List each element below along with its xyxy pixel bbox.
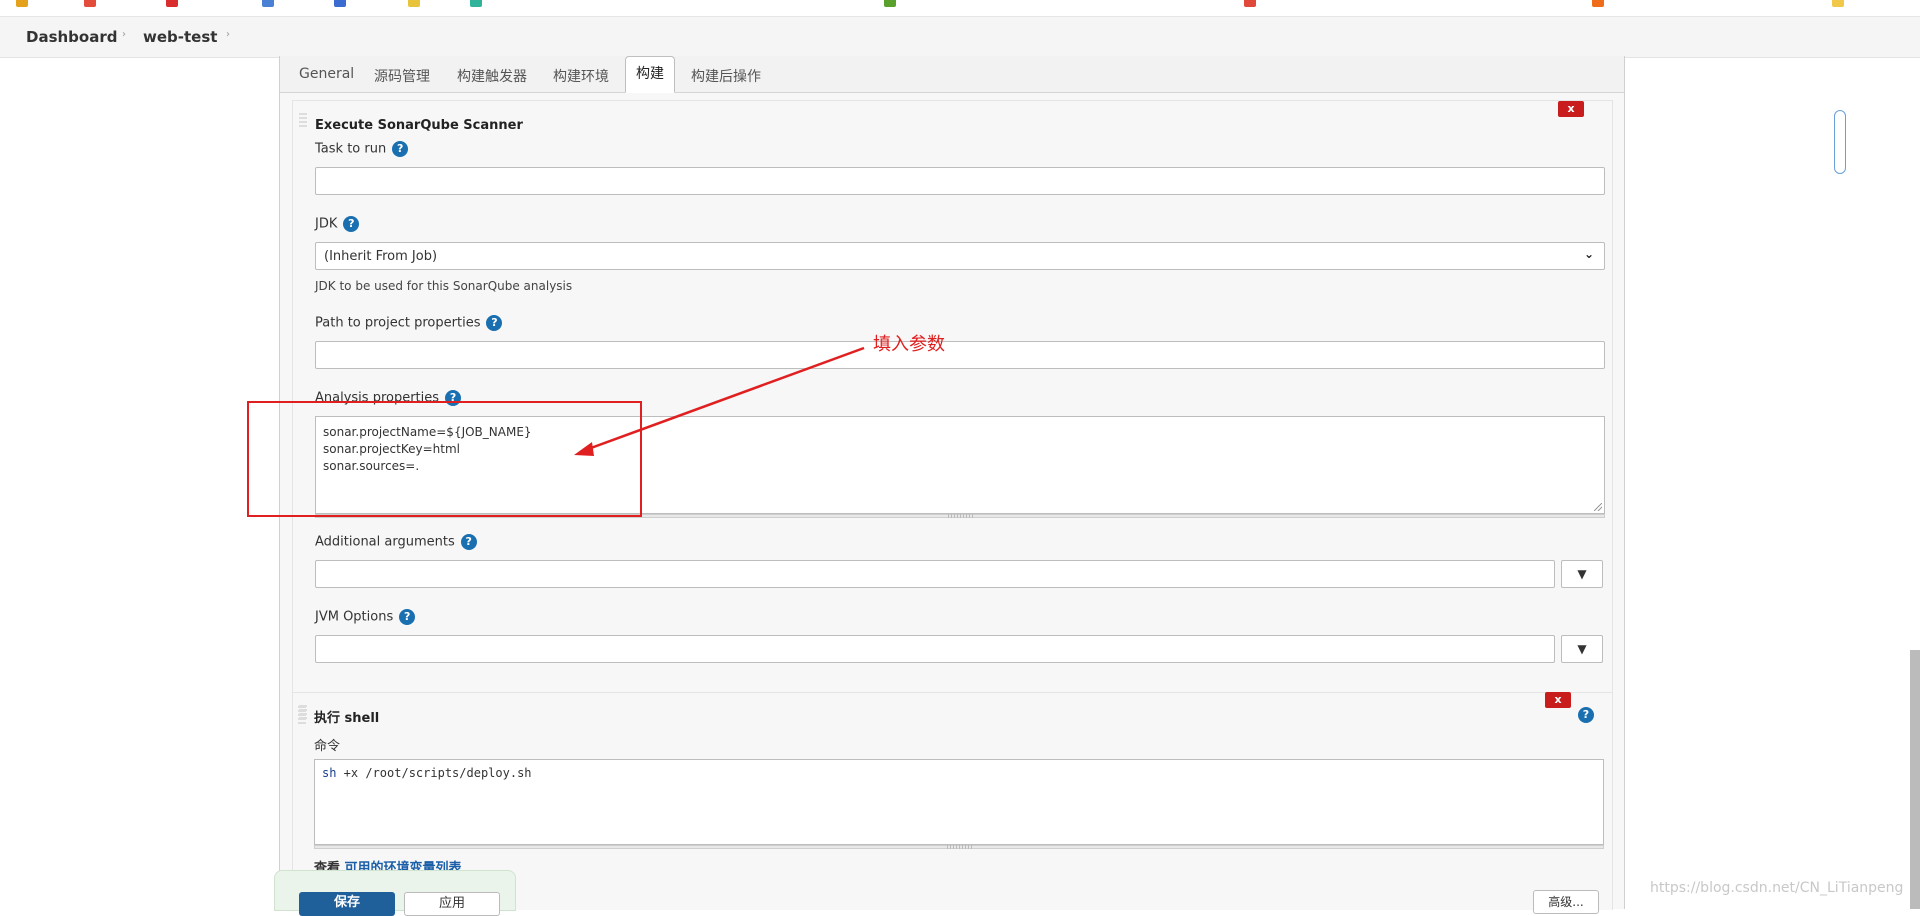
scroll-indicator[interactable] (1834, 110, 1846, 174)
tab-triggers[interactable]: 构建触发器 (457, 66, 527, 86)
jvm-options-input[interactable] (315, 635, 1555, 663)
expand-dropdown-button[interactable]: ▼ (1561, 560, 1603, 588)
help-icon[interactable]: ? (392, 141, 409, 157)
breadcrumb-separator: › (122, 29, 126, 40)
textarea-grip[interactable] (314, 845, 1604, 849)
bookmark-icon[interactable] (1244, 0, 1260, 8)
command-textarea[interactable]: sh +x /root/scripts/deploy.sh (314, 759, 1604, 845)
bookmark-icon[interactable] (1832, 0, 1848, 8)
tab-bar: General 源码管理 构建触发器 构建环境 构建 构建后操作 (280, 56, 1624, 93)
command-line: sh +x /root/scripts/deploy.sh (322, 766, 532, 780)
watermark: https://blog.csdn.net/CN_LiTianpeng (1650, 880, 1904, 896)
jdk-label: JDK? (315, 216, 360, 232)
jdk-select[interactable]: (Inherit From Job) ⌄ (315, 242, 1605, 270)
jdk-selected-value: (Inherit From Job) (324, 249, 438, 264)
help-icon[interactable]: ? (486, 315, 503, 331)
bookmark-icon[interactable] (1592, 0, 1608, 8)
command-keyword: sh (322, 766, 337, 780)
bookmark-icon[interactable] (262, 0, 278, 8)
help-icon[interactable]: ? (343, 216, 360, 232)
drag-handle[interactable] (299, 113, 307, 127)
section-title: Execute SonarQube Scanner (315, 118, 523, 133)
task-to-run-label: Task to run? (315, 141, 409, 157)
resize-handle-icon[interactable] (1594, 503, 1602, 511)
bookmark-icon[interactable] (470, 0, 486, 8)
tab-scm[interactable]: 源码管理 (374, 66, 430, 86)
bookmarks-bar (0, 0, 1920, 17)
bookmark-icon[interactable] (16, 0, 32, 8)
breadcrumb-dashboard[interactable]: Dashboard (26, 28, 117, 46)
delete-step-button[interactable]: x (1558, 101, 1584, 117)
breadcrumb-job[interactable]: web-test (143, 28, 217, 46)
jvm-options-label: JVM Options? (315, 609, 416, 625)
help-icon[interactable]: ? (1578, 707, 1594, 723)
bookmark-icon[interactable] (166, 0, 182, 8)
bookmark-icon[interactable] (884, 0, 900, 8)
breadcrumb-separator[interactable]: › (226, 29, 230, 40)
chevron-down-icon: ⌄ (1583, 247, 1594, 261)
annotation-arrow-icon (574, 346, 865, 456)
drag-handle[interactable] (298, 706, 306, 726)
help-icon[interactable]: ? (399, 609, 416, 625)
tab-general[interactable]: General (299, 66, 354, 82)
grip-icon (948, 514, 974, 518)
shell-section-title: 执行 shell (314, 711, 380, 726)
path-properties-input[interactable] (315, 341, 1605, 369)
task-to-run-input[interactable] (315, 167, 1605, 195)
breadcrumb: Dashboard › web-test › (0, 17, 1920, 58)
save-button[interactable]: 保存 (299, 892, 395, 916)
page-scrollbar[interactable] (1910, 650, 1920, 909)
command-label: 命令 (314, 739, 341, 754)
bookmark-icon[interactable] (84, 0, 100, 8)
help-icon[interactable]: ? (460, 534, 477, 550)
grip-icon (947, 845, 973, 849)
bookmark-icon[interactable] (408, 0, 424, 8)
command-args: +x /root/scripts/deploy.sh (336, 766, 532, 780)
jdk-hint: JDK to be used for this SonarQube analys… (315, 279, 573, 293)
additional-arguments-input[interactable] (315, 560, 1555, 588)
tab-build-env[interactable]: 构建环境 (553, 66, 609, 86)
additional-arguments-label: Additional arguments? (315, 534, 477, 550)
delete-step-button[interactable]: x (1545, 692, 1571, 708)
path-properties-label: Path to project properties? (315, 315, 503, 331)
annotation-text: 填入参数 (873, 334, 945, 355)
bookmark-icon[interactable] (334, 0, 350, 8)
tab-build[interactable]: 构建 (625, 56, 675, 93)
tab-post-build[interactable]: 构建后操作 (691, 66, 761, 86)
advanced-button[interactable]: 高级... (1533, 890, 1599, 914)
apply-button[interactable]: 应用 (404, 892, 500, 916)
expand-dropdown-button[interactable]: ▼ (1561, 635, 1603, 663)
